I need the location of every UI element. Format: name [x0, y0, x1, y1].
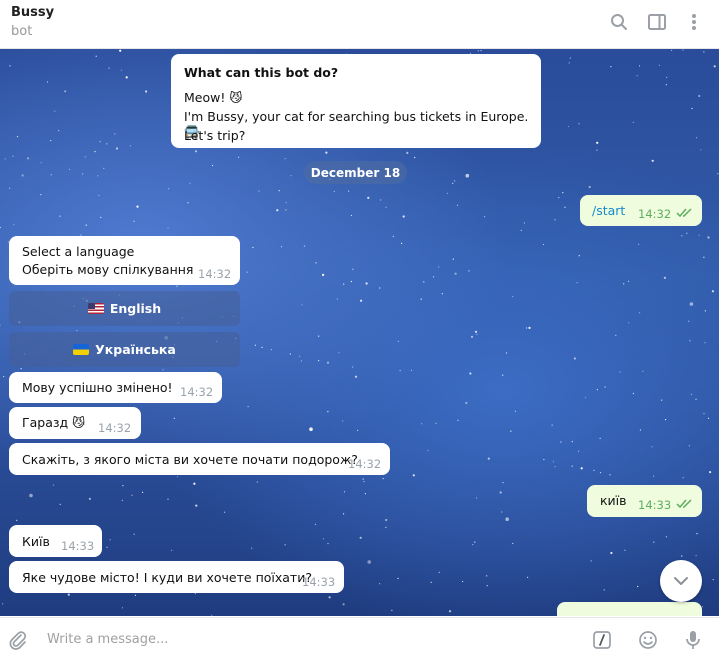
- message-text: Яке чудове місто! І куди ви хочете поїха…: [22, 570, 312, 585]
- microphone-icon[interactable]: [682, 629, 704, 651]
- language-english-button[interactable]: English: [9, 291, 240, 326]
- chevron-down-icon: [674, 577, 688, 585]
- bot-description-line: Let's trip?: [184, 128, 246, 143]
- ukrainian-label: Українська: [95, 342, 176, 357]
- attach-icon[interactable]: [7, 629, 29, 651]
- message-text: Скажіть, з якого міста ви хочете почати …: [22, 452, 358, 467]
- more-vertical-icon[interactable]: [682, 10, 706, 34]
- scroll-down-button[interactable]: [660, 560, 702, 602]
- message-time: 14:32: [348, 457, 382, 471]
- search-icon[interactable]: [607, 10, 631, 34]
- english-label: English: [109, 301, 162, 316]
- chat-history[interactable]: What can this bot do? Meow! 😼 I'm Bussy,…: [0, 49, 719, 616]
- message-time: 14:33: [61, 539, 95, 553]
- bot-description-card: What can this bot do? Meow! 😼 I'm Bussy,…: [171, 54, 541, 148]
- message-time: 14:33: [302, 575, 336, 589]
- chat-subtitle: bot: [11, 24, 33, 39]
- message-incoming[interactable]: Яке чудове місто! І куди ви хочете поїха…: [9, 561, 344, 593]
- message-incoming[interactable]: Київ 14:33: [9, 525, 102, 557]
- us-flag-icon: [87, 303, 104, 314]
- message-time: 14:32: [180, 385, 214, 399]
- emoji-icon[interactable]: [637, 629, 659, 651]
- language-ukrainian-button[interactable]: Українська: [9, 332, 240, 367]
- message-text: Київ: [22, 534, 50, 549]
- chat-header: Bussy bot: [0, 0, 719, 49]
- message-text[interactable]: /start: [592, 203, 625, 218]
- message-composer: Write a message...: [0, 617, 719, 661]
- message-incoming[interactable]: Мову успішно змінено! 14:32: [9, 372, 222, 403]
- message-time: 14:32: [98, 421, 132, 435]
- message-text: Select a language: [22, 244, 135, 259]
- message-incoming[interactable]: Гаразд 😼 14:32: [9, 407, 141, 439]
- chat-title[interactable]: Bussy: [11, 5, 54, 20]
- commands-icon[interactable]: [591, 629, 613, 651]
- bot-description-heading: What can this bot do?: [184, 65, 339, 80]
- message-outgoing[interactable]: київ 14:33: [587, 485, 702, 517]
- message-outgoing[interactable]: /start 14:32: [580, 195, 702, 226]
- message-time: 14:32: [638, 207, 672, 221]
- message-time: 14:32: [198, 267, 232, 281]
- bot-description-line: Meow! 😼: [184, 90, 243, 105]
- message-text: київ: [600, 493, 627, 508]
- message-text: Мову успішно змінено!: [22, 380, 173, 395]
- ukraine-flag-icon: [73, 344, 90, 355]
- date-separator: December 18: [304, 161, 407, 184]
- message-input[interactable]: Write a message...: [47, 632, 168, 647]
- message-incoming[interactable]: Скажіть, з якого міста ви хочете почати …: [9, 443, 390, 475]
- message-outgoing-partial[interactable]: [557, 602, 702, 616]
- message-text: Гаразд 😼: [22, 415, 86, 430]
- read-check-icon: [676, 206, 694, 221]
- read-check-icon: [676, 497, 694, 512]
- message-time: 14:33: [638, 498, 672, 512]
- sidebar-toggle-icon[interactable]: [645, 10, 669, 34]
- message-text: Оберіть мову спілкування: [22, 262, 194, 277]
- message-incoming[interactable]: Select a language Оберіть мову спілкуван…: [9, 236, 240, 285]
